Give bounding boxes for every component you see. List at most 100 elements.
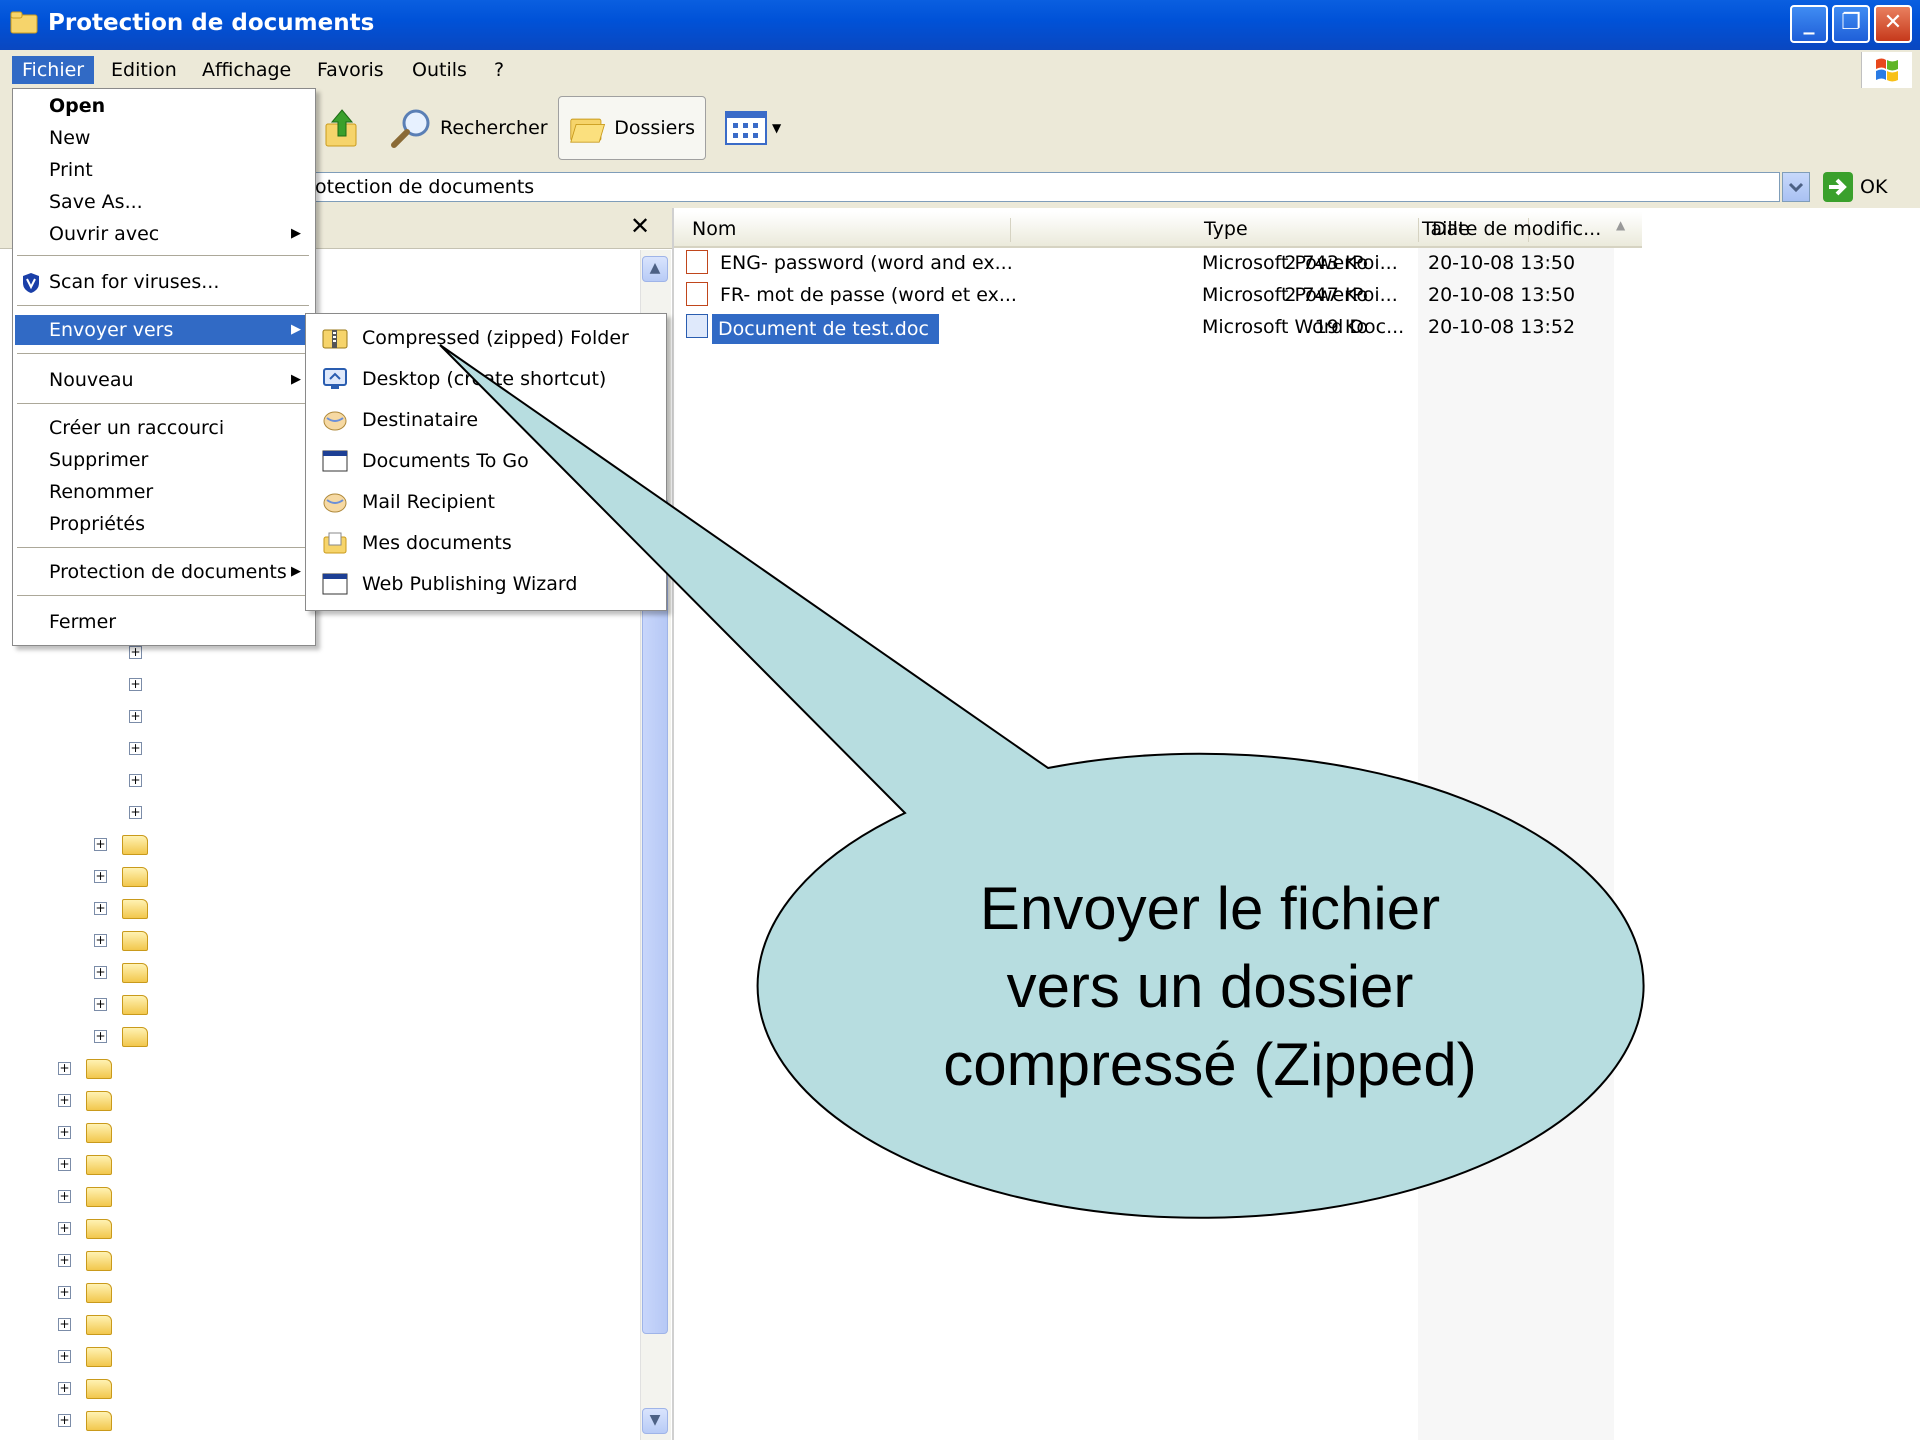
send-to-compressed-folder[interactable]: Compressed (zipped) Folder bbox=[308, 318, 662, 358]
tree-expander[interactable]: + bbox=[129, 710, 142, 723]
menu-supprimer[interactable]: Supprimer bbox=[15, 445, 311, 475]
menu-scan-viruses[interactable]: Scan for viruses... bbox=[15, 267, 311, 297]
folder-icon[interactable] bbox=[86, 1091, 112, 1111]
send-to-desktop[interactable]: Desktop (create shortcut) bbox=[308, 359, 662, 399]
tree-expander[interactable]: + bbox=[58, 1382, 71, 1395]
close-pane-button[interactable]: ✕ bbox=[630, 212, 650, 240]
tree-expander[interactable]: + bbox=[129, 742, 142, 755]
scrollbar-thumb[interactable] bbox=[642, 498, 668, 1334]
tree-expander[interactable]: + bbox=[58, 1190, 71, 1203]
tree-expander[interactable]: + bbox=[129, 806, 142, 819]
file-row-selected[interactable]: Document de test.doc 19 Ko Microsoft Wor… bbox=[686, 314, 1686, 344]
column-header-type[interactable]: Type bbox=[1190, 218, 1419, 242]
folder-icon[interactable] bbox=[86, 1315, 112, 1335]
tree-expander[interactable]: + bbox=[129, 678, 142, 691]
folder-icon[interactable] bbox=[86, 1123, 112, 1143]
sorted-column-shading bbox=[1418, 248, 1614, 1440]
close-button[interactable]: ✕ bbox=[1874, 5, 1912, 43]
tree-expander[interactable]: + bbox=[94, 1030, 107, 1043]
folder-icon[interactable] bbox=[86, 1251, 112, 1271]
menu-help[interactable]: ? bbox=[484, 56, 514, 84]
restore-button[interactable]: ❐ bbox=[1832, 5, 1870, 43]
tree-expander[interactable]: + bbox=[58, 1222, 71, 1235]
menu-ouvrir-avec[interactable]: Ouvrir avec ▶ bbox=[15, 219, 311, 249]
menu-print[interactable]: Print bbox=[15, 155, 311, 185]
shared-folder-icon[interactable] bbox=[86, 1155, 112, 1175]
file-row[interactable]: ENG- password (word and ex... 2 743 Ko M… bbox=[686, 250, 1686, 280]
file-row[interactable]: FR- mot de passe (word et ex... 2 747 Ko… bbox=[686, 282, 1686, 312]
menu-new[interactable]: New bbox=[15, 123, 311, 153]
scroll-up-button[interactable]: ▲ bbox=[642, 256, 668, 282]
send-to-destinataire[interactable]: Destinataire bbox=[308, 400, 662, 440]
minimize-button[interactable]: _ bbox=[1790, 5, 1828, 43]
tree-expander[interactable]: + bbox=[129, 774, 142, 787]
folder-icon[interactable] bbox=[86, 1059, 112, 1079]
column-header-name[interactable]: Nom bbox=[674, 218, 1011, 242]
mail-recipient-icon bbox=[323, 493, 347, 513]
menu-open[interactable]: Open bbox=[15, 91, 311, 121]
go-button[interactable]: OK bbox=[1822, 170, 1887, 204]
menu-nouveau[interactable]: Nouveau ▶ bbox=[15, 365, 311, 395]
menu-edition[interactable]: Edition bbox=[101, 56, 187, 84]
menu-fermer[interactable]: Fermer bbox=[15, 607, 311, 637]
address-dropdown-button[interactable] bbox=[1782, 172, 1810, 202]
menu-outils[interactable]: Outils bbox=[402, 56, 477, 84]
search-button[interactable]: Rechercher bbox=[388, 96, 548, 160]
tree-expander[interactable]: + bbox=[58, 1414, 71, 1427]
folder-icon[interactable] bbox=[122, 963, 148, 983]
send-to-mes-documents[interactable]: Mes documents bbox=[308, 523, 662, 563]
up-folder-icon bbox=[325, 109, 357, 147]
up-folder-button[interactable] bbox=[322, 96, 362, 160]
address-input[interactable]: otection de documents bbox=[300, 172, 1780, 202]
column-header-date[interactable]: Date de modific... ▲ bbox=[1420, 218, 1640, 242]
tree-expander[interactable]: + bbox=[58, 1350, 71, 1363]
tree-expander[interactable]: + bbox=[58, 1254, 71, 1267]
folder-icon[interactable] bbox=[122, 867, 148, 887]
folders-label: Dossiers bbox=[614, 117, 695, 139]
tree-expander[interactable]: + bbox=[94, 966, 107, 979]
folder-icon[interactable] bbox=[122, 1027, 148, 1047]
folder-icon[interactable] bbox=[122, 931, 148, 951]
folder-icon[interactable] bbox=[86, 1187, 112, 1207]
printer-folder-icon[interactable] bbox=[86, 1219, 112, 1239]
menu-fichier[interactable]: Fichier bbox=[12, 56, 95, 84]
search-icon bbox=[391, 109, 430, 148]
tree-expander[interactable]: + bbox=[94, 902, 107, 915]
tree-expander[interactable]: + bbox=[94, 934, 107, 947]
menu-renommer[interactable]: Renommer bbox=[15, 477, 311, 507]
tree-expander[interactable]: + bbox=[94, 838, 107, 851]
menu-envoyer-vers[interactable]: Envoyer vers ▶ bbox=[15, 315, 311, 345]
tree-expander[interactable]: + bbox=[58, 1062, 71, 1075]
tree-expander[interactable]: + bbox=[58, 1158, 71, 1171]
folders-button[interactable]: Dossiers bbox=[558, 96, 706, 160]
folder-icon[interactable] bbox=[86, 1347, 112, 1367]
menu-save-as[interactable]: Save As... bbox=[15, 187, 311, 217]
callout-text: Envoyer le fichier vers un dossier compr… bbox=[943, 875, 1477, 1098]
send-to-mail-recipient[interactable]: Mail Recipient bbox=[308, 482, 662, 522]
menu-affichage[interactable]: Affichage bbox=[192, 56, 301, 84]
menu-protection-documents[interactable]: Protection de documents ▶ bbox=[15, 557, 311, 587]
menu-favoris[interactable]: Favoris bbox=[307, 56, 394, 84]
folder-icon[interactable] bbox=[86, 1283, 112, 1303]
tree-expander[interactable]: + bbox=[94, 998, 107, 1011]
send-to-documents-to-go[interactable]: Documents To Go bbox=[308, 441, 662, 481]
file-list-header: Nom Taille Type Date de modific... ▲ bbox=[674, 212, 1642, 248]
folder-icon[interactable] bbox=[86, 1411, 112, 1431]
tree-expander[interactable]: + bbox=[58, 1094, 71, 1107]
tree-expander[interactable]: + bbox=[94, 870, 107, 883]
menu-creer-raccourci[interactable]: Créer un raccourci bbox=[15, 413, 311, 443]
tree-expander[interactable]: + bbox=[58, 1318, 71, 1331]
tree-expander[interactable]: + bbox=[58, 1126, 71, 1139]
send-to-web-publishing-wizard[interactable]: Web Publishing Wizard bbox=[308, 564, 662, 604]
tree-expander[interactable]: + bbox=[58, 1286, 71, 1299]
folder-icon[interactable] bbox=[122, 835, 148, 855]
scroll-down-button[interactable]: ▼ bbox=[642, 1408, 668, 1434]
antivirus-shield-icon bbox=[23, 273, 39, 293]
views-button[interactable]: ▼ bbox=[724, 96, 781, 160]
tree-expander[interactable]: + bbox=[129, 646, 142, 659]
menu-proprietes[interactable]: Propriétés bbox=[15, 509, 311, 539]
powerpoint-file-icon bbox=[686, 282, 708, 306]
folder-icon[interactable] bbox=[86, 1379, 112, 1399]
folder-icon[interactable] bbox=[122, 995, 148, 1015]
folder-icon[interactable] bbox=[122, 899, 148, 919]
